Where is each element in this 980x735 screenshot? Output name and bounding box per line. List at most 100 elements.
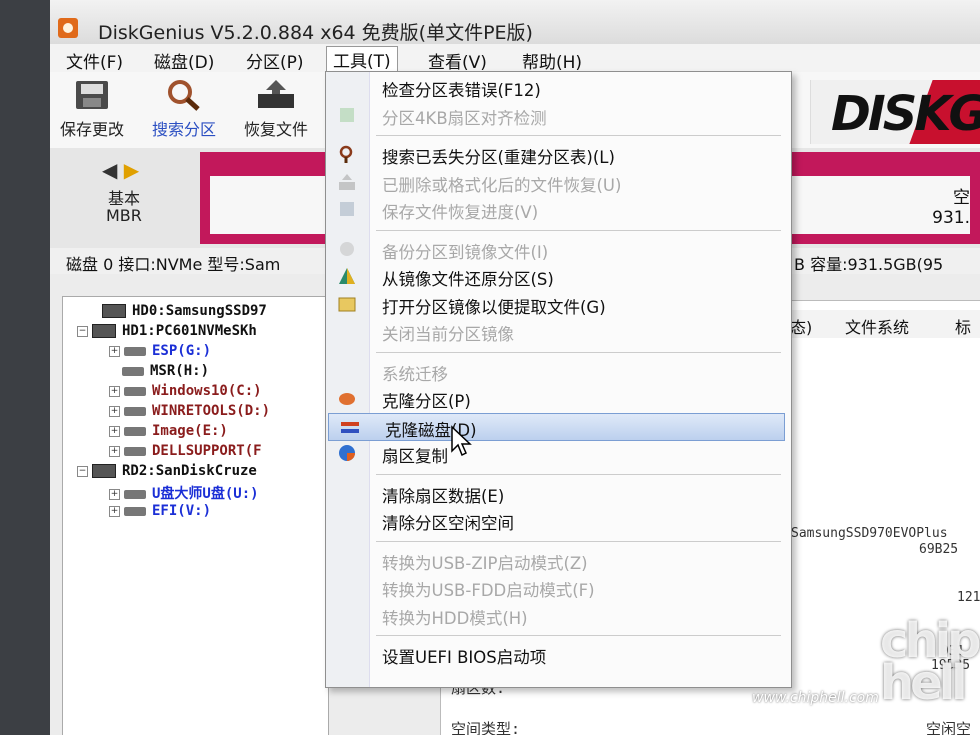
app-icon [58, 18, 78, 38]
chiphell-watermark-url: www.chiphell.com [752, 690, 879, 706]
col-header-filesystem[interactable]: 文件系统 [845, 314, 909, 338]
tree-node-label: U盘大师U盘(U:) [152, 486, 259, 502]
tree-node[interactable]: + U盘大师U盘(U:) [109, 483, 259, 503]
recover-files-button[interactable]: 恢复文件 [244, 78, 308, 140]
detail-serial: 69B25 [919, 542, 959, 557]
tools-menu-item[interactable]: 克隆分区(P) [326, 385, 789, 411]
tree-node-label: Windows10(C:) [152, 383, 262, 399]
tree-node[interactable]: + Windows10(C:) [109, 383, 262, 399]
window-title: DiskGenius V5.2.0.884 x64 免费版(单文件PE版) [98, 22, 533, 44]
expand-icon[interactable]: + [109, 505, 120, 517]
expand-icon[interactable]: + [109, 345, 120, 357]
arrow-left-icon[interactable]: ◀ [102, 158, 117, 182]
tree-node[interactable]: + EFI(V:) [109, 503, 211, 519]
save-icon [340, 202, 354, 216]
tools-menu-item-label: 分区4KB扇区对齐检测 [382, 108, 547, 128]
backup-icon [340, 241, 354, 256]
brand-logo-text: DISKGe [831, 86, 980, 142]
tools-menu-item-label: 检查分区表错误(F12) [382, 81, 541, 100]
menu-separator [376, 635, 781, 636]
search-icon [339, 145, 353, 163]
free-space-label: 空 931. [932, 188, 970, 228]
tree-node-label: MSR(H:) [150, 363, 210, 379]
expand-icon[interactable]: + [109, 445, 120, 457]
detail-value-1: 121 [957, 590, 980, 605]
recover-icon [339, 173, 355, 190]
tools-menu-item-label: 设置UEFI BIOS启动项 [382, 648, 547, 667]
tree-node[interactable]: + Image(E:) [109, 423, 228, 439]
col-header-status[interactable]: 态) [790, 314, 812, 338]
collapse-icon[interactable]: − [77, 465, 88, 477]
expand-icon[interactable]: + [109, 488, 120, 500]
expand-icon[interactable]: + [109, 385, 120, 397]
search-partition-button[interactable]: 搜索分区 [152, 78, 216, 140]
menu-partition[interactable]: 分区(P) [240, 48, 310, 73]
disk-mbr-label: MBR [106, 206, 142, 225]
tree-node[interactable]: + WINRETOOLS(D:) [109, 403, 270, 419]
tools-menu-item-label: 扇区复制 [382, 447, 448, 466]
collapse-icon[interactable]: − [77, 325, 88, 337]
tools-menu-item[interactable]: 设置UEFI BIOS启动项 [326, 641, 789, 667]
disk-info-right: B 容量:931.5GB(95 [794, 255, 944, 274]
detail-model: SamsungSSD970EVOPlus [791, 526, 948, 541]
menu-separator [376, 473, 781, 475]
tree-node[interactable]: − HD1:PC601NVMeSKh [77, 323, 257, 339]
open-image-icon [338, 297, 356, 311]
tools-menu-item-label: 已删除或格式化后的文件恢复(U) [382, 175, 622, 195]
magnifier-icon [168, 80, 200, 111]
menu-tools[interactable]: 工具(T) [326, 46, 398, 73]
title-bar: DiskGenius V5.2.0.884 x64 免费版(单文件PE版) [50, 0, 980, 44]
tools-menu-item[interactable]: 搜索已丢失分区(重建分区表)(L) [326, 141, 789, 167]
tools-menu-item[interactable]: 从镜像文件还原分区(S) [326, 263, 789, 289]
tree-node[interactable]: + ESP(G:) [109, 343, 211, 359]
save-changes-label: 保存更改 [60, 120, 125, 139]
expand-icon[interactable]: + [109, 425, 120, 437]
tools-menu-item[interactable]: 检查分区表错误(F12) [326, 74, 789, 100]
tree-node-label: RD2:SanDiskCruze [122, 463, 257, 479]
menu-separator [376, 540, 781, 542]
tools-menu-item[interactable]: 克隆磁盘(D) [328, 412, 785, 441]
clone-partition-icon [339, 393, 355, 405]
expand-icon[interactable]: + [109, 405, 120, 417]
tools-menu-item: 已删除或格式化后的文件恢复(U) [326, 169, 789, 195]
menu-bar: 文件(F) 磁盘(D) 分区(P) 工具(T) 查看(V) 帮助(H) [50, 44, 980, 73]
tools-menu-item-label: 保存文件恢复进度(V) [382, 203, 539, 222]
menu-help[interactable]: 帮助(H) [516, 48, 588, 73]
save-changes-button[interactable]: 保存更改 [60, 78, 124, 140]
tools-menu-item-label: 系统迁移 [382, 364, 448, 384]
screen: DiskGenius V5.2.0.884 x64 免费版(单文件PE版) 文件… [50, 0, 980, 735]
tree-node-label: ESP(G:) [152, 343, 212, 359]
menu-view[interactable]: 查看(V) [422, 48, 493, 73]
menu-file[interactable]: 文件(F) [60, 48, 129, 73]
col-header-label[interactable]: 标 [955, 314, 971, 338]
clone-disk-icon [341, 421, 359, 433]
disk-nav-arrows[interactable]: ◀ ▶ [102, 158, 139, 182]
disk-type-label: 基本 MBR [106, 190, 142, 224]
arrow-right-icon[interactable]: ▶ [124, 158, 139, 182]
tools-menu-item[interactable]: 清除扇区数据(E) [326, 480, 789, 506]
align-icon [340, 107, 354, 122]
tree-node-label: EFI(V:) [152, 503, 212, 519]
tools-menu-item[interactable]: 扇区复制 [326, 440, 789, 466]
tools-menu-item-label: 备份分区到镜像文件(I) [382, 242, 549, 262]
partition-drive-icon [124, 346, 146, 356]
tools-menu-item: 转换为USB-ZIP启动模式(Z) [326, 547, 789, 573]
tree-node-label: HD0:SamsungSSD97 [132, 303, 267, 319]
tools-menu-item-label: 转换为USB-FDD启动模式(F) [382, 581, 595, 600]
partition-drive-icon [124, 386, 146, 396]
save-icon [76, 81, 108, 109]
tools-menu-item: 转换为USB-FDD启动模式(F) [326, 574, 789, 600]
tree-node[interactable]: HD0:SamsungSSD97 [89, 303, 267, 319]
tools-menu-item[interactable]: 清除分区空闲空间 [326, 507, 789, 533]
partition-drive-icon [122, 366, 144, 376]
menu-disk[interactable]: 磁盘(D) [148, 48, 220, 73]
tree-node[interactable]: MSR(H:) [109, 363, 209, 379]
tools-menu-item-label: 打开分区镜像以便提取文件(G) [382, 297, 606, 317]
restore-icon [339, 268, 355, 284]
tools-menu-item[interactable]: 打开分区镜像以便提取文件(G) [326, 291, 789, 317]
tree-node[interactable]: − RD2:SanDiskCruze [77, 463, 257, 479]
partition-drive-icon [124, 406, 146, 416]
tree-node[interactable]: + DELLSUPPORT(F [109, 443, 262, 459]
disk-info-left: 磁盘 0 接口:NVMe 型号:Sam [66, 255, 281, 274]
